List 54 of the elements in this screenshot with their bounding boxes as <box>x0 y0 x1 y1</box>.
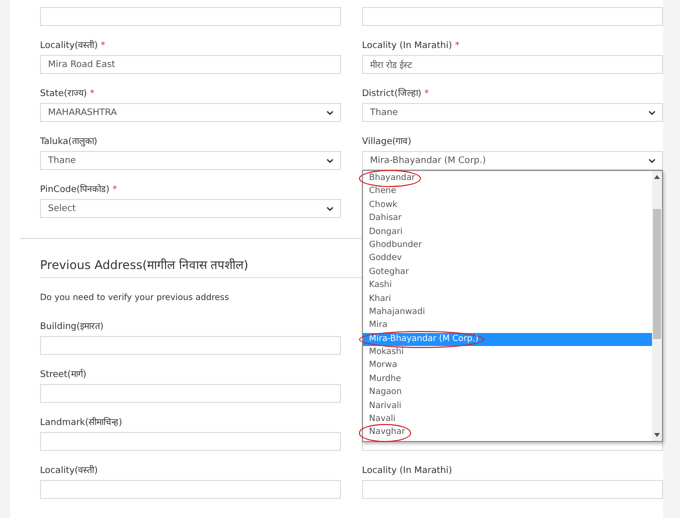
label-text: PinCode(पिनकोड) <box>40 185 110 195</box>
dropdown-option[interactable]: Kashi <box>363 279 652 293</box>
dropdown-option[interactable]: Morwa <box>363 359 652 373</box>
required-mark: * <box>90 89 94 99</box>
select-field[interactable]: MAHARASHTRA <box>40 103 341 122</box>
input-field[interactable] <box>40 432 341 451</box>
dropdown-option[interactable]: Murdhe <box>363 372 652 386</box>
label-text: Building(इमारत) <box>40 322 104 332</box>
required-mark: * <box>424 89 429 99</box>
label-text: Locality (In Marathi) <box>362 41 452 51</box>
input-field[interactable]: मीरा रोड ईस्ट <box>362 55 663 74</box>
label-text: District(जिल्हा) <box>362 89 422 99</box>
dropdown-option[interactable]: Bhayandar <box>363 172 652 186</box>
scrollbar-thumb[interactable] <box>653 209 661 339</box>
select-field[interactable]: Thane <box>40 151 341 170</box>
scroll-up-icon[interactable] <box>654 175 660 179</box>
input-field[interactable]: Mira Road East <box>40 55 341 74</box>
dropdown-option[interactable]: Dahisar <box>363 212 652 226</box>
label-text: State(राज्य) <box>40 89 87 99</box>
dropdown-option[interactable]: Chene <box>363 185 652 199</box>
dropdown-option[interactable]: Khari <box>363 292 652 306</box>
required-mark: * <box>100 41 106 51</box>
dropdown-option[interactable]: Goddev <box>363 252 652 266</box>
dropdown-option[interactable]: Ghodbunder <box>363 238 652 252</box>
select-field[interactable]: Mira-Bhayandar (M Corp.) <box>362 151 663 170</box>
question-text: Do you need to verify your previous address <box>40 292 229 304</box>
dropdown-option[interactable]: Mokashi <box>363 346 652 360</box>
input-field[interactable] <box>40 7 341 26</box>
label-text: Village(गाव) <box>362 137 412 147</box>
dropdown-option[interactable]: Dongari <box>363 226 652 239</box>
input-field[interactable] <box>40 480 341 499</box>
dropdown-option[interactable]: Mahajanwadi <box>363 306 652 320</box>
dropdown-option[interactable]: Mira <box>363 319 652 333</box>
required-mark: * <box>455 41 460 51</box>
required-mark: * <box>112 185 117 195</box>
select-field[interactable]: Select <box>40 199 341 218</box>
input-field[interactable] <box>40 336 341 355</box>
input-field[interactable] <box>362 7 663 26</box>
input-field[interactable] <box>362 480 663 499</box>
label-text: Locality(वस्ती) <box>40 41 98 51</box>
select-field[interactable]: Thane <box>362 103 663 122</box>
label-text: Street(मार्ग) <box>40 370 86 380</box>
label-text: Taluka(तालुका) <box>40 137 98 147</box>
label-text: Locality(वस्ती) <box>40 466 98 476</box>
label-text: Locality (In Marathi) <box>362 466 452 476</box>
dropdown-option[interactable]: Navali <box>363 413 652 426</box>
scroll-down-icon[interactable] <box>654 433 660 437</box>
dropdown-option[interactable]: Narivali <box>363 400 652 414</box>
dropdown-option[interactable]: Goteghar <box>363 266 652 280</box>
dropdown-option[interactable]: Nagaon <box>363 386 652 400</box>
label-text: Landmark(सीमाचिन्ह) <box>40 418 122 428</box>
input-field[interactable] <box>40 384 341 403</box>
dropdown-option[interactable]: Chowk <box>363 198 652 212</box>
scrollbar[interactable] <box>652 171 662 441</box>
